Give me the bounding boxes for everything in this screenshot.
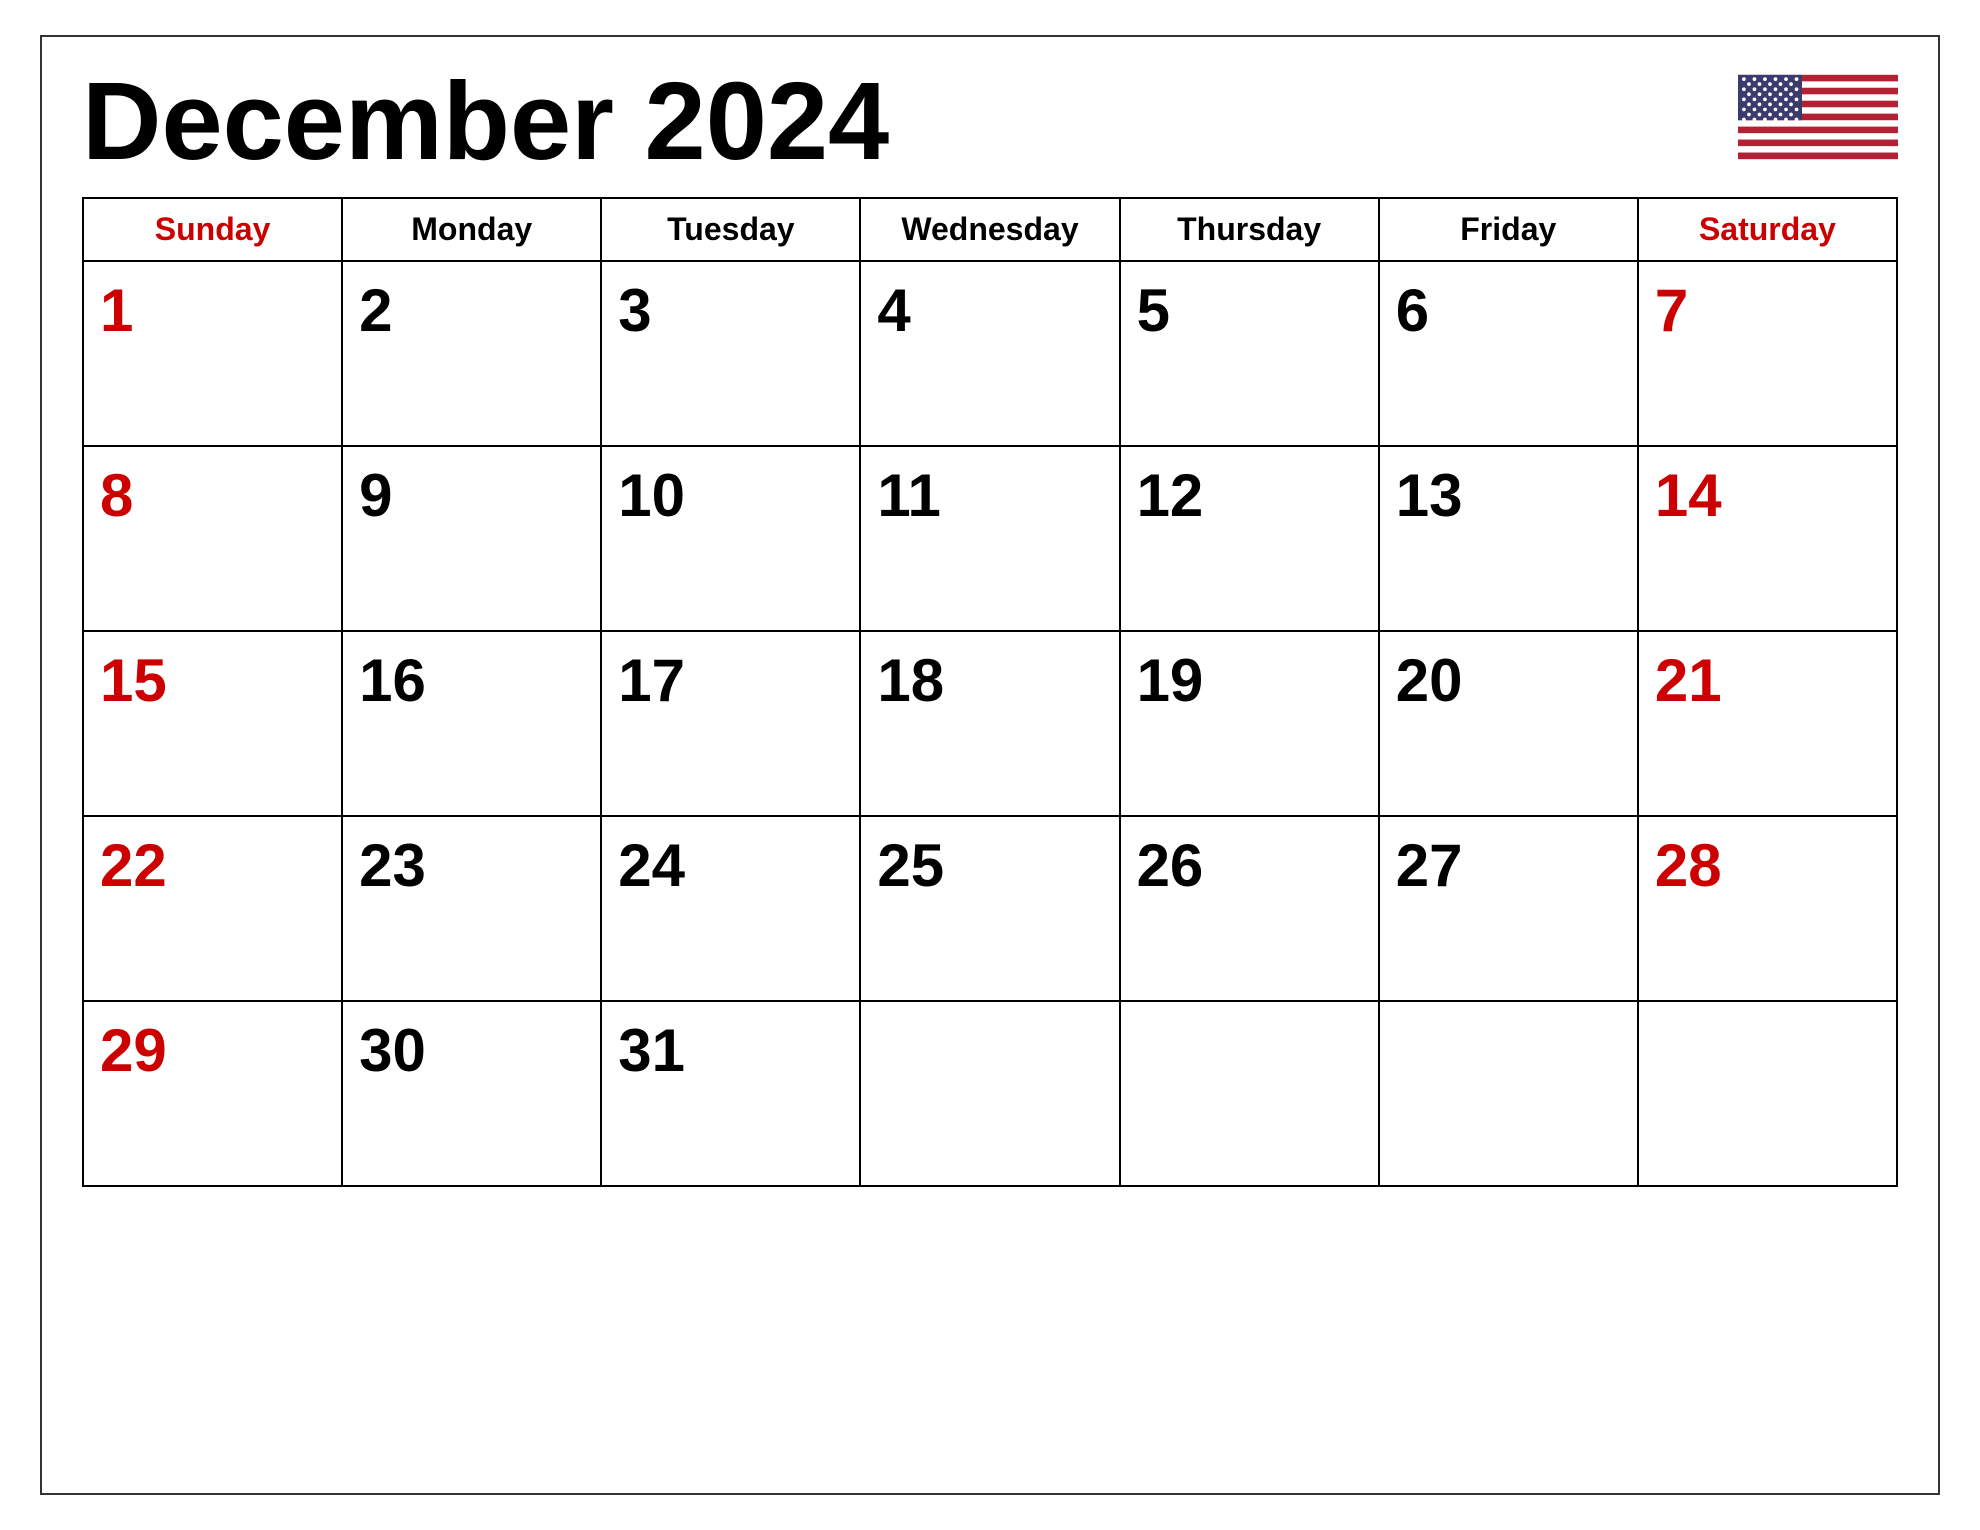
- calendar-week-row-3: 15161718192021: [83, 631, 1897, 816]
- header-thursday: Thursday: [1120, 198, 1379, 261]
- header-wednesday: Wednesday: [860, 198, 1119, 261]
- calendar-day-cell: 13: [1379, 446, 1638, 631]
- header-monday: Monday: [342, 198, 601, 261]
- calendar-week-row-4: 22232425262728: [83, 816, 1897, 1001]
- calendar-grid: Sunday Monday Tuesday Wednesday Thursday…: [82, 197, 1898, 1187]
- calendar-day-cell: 1: [83, 261, 342, 446]
- calendar-day-cell: 18: [860, 631, 1119, 816]
- calendar-day-cell: 6: [1379, 261, 1638, 446]
- calendar-day-cell: [860, 1001, 1119, 1186]
- calendar-day-cell: 22: [83, 816, 342, 1001]
- calendar-day-cell: 23: [342, 816, 601, 1001]
- calendar-day-cell: 26: [1120, 816, 1379, 1001]
- header-friday: Friday: [1379, 198, 1638, 261]
- calendar-day-cell: 9: [342, 446, 601, 631]
- calendar-day-cell: 12: [1120, 446, 1379, 631]
- calendar-day-cell: 31: [601, 1001, 860, 1186]
- calendar-day-cell: 25: [860, 816, 1119, 1001]
- calendar-container: December 2024: [40, 35, 1940, 1495]
- calendar-day-cell: 8: [83, 446, 342, 631]
- calendar-day-cell: [1379, 1001, 1638, 1186]
- calendar-day-cell: [1120, 1001, 1379, 1186]
- calendar-header: December 2024: [82, 67, 1898, 177]
- us-flag-icon: [1738, 67, 1898, 167]
- calendar-day-cell: 5: [1120, 261, 1379, 446]
- calendar-day-cell: 4: [860, 261, 1119, 446]
- calendar-day-cell: 10: [601, 446, 860, 631]
- calendar-day-cell: 30: [342, 1001, 601, 1186]
- calendar-day-cell: 21: [1638, 631, 1897, 816]
- calendar-day-cell: 27: [1379, 816, 1638, 1001]
- calendar-day-cell: 16: [342, 631, 601, 816]
- calendar-day-cell: 29: [83, 1001, 342, 1186]
- calendar-day-cell: 24: [601, 816, 860, 1001]
- calendar-week-row-2: 891011121314: [83, 446, 1897, 631]
- calendar-week-row-5: 293031: [83, 1001, 1897, 1186]
- calendar-day-cell: 14: [1638, 446, 1897, 631]
- calendar-day-cell: [1638, 1001, 1897, 1186]
- calendar-header-row: Sunday Monday Tuesday Wednesday Thursday…: [83, 198, 1897, 261]
- header-sunday: Sunday: [83, 198, 342, 261]
- calendar-day-cell: 15: [83, 631, 342, 816]
- calendar-day-cell: 28: [1638, 816, 1897, 1001]
- calendar-day-cell: 19: [1120, 631, 1379, 816]
- calendar-day-cell: 11: [860, 446, 1119, 631]
- calendar-title: December 2024: [82, 67, 889, 177]
- calendar-day-cell: 3: [601, 261, 860, 446]
- header-saturday: Saturday: [1638, 198, 1897, 261]
- calendar-day-cell: 7: [1638, 261, 1897, 446]
- header-tuesday: Tuesday: [601, 198, 860, 261]
- calendar-day-cell: 17: [601, 631, 860, 816]
- calendar-week-row-1: 1234567: [83, 261, 1897, 446]
- calendar-day-cell: 20: [1379, 631, 1638, 816]
- calendar-day-cell: 2: [342, 261, 601, 446]
